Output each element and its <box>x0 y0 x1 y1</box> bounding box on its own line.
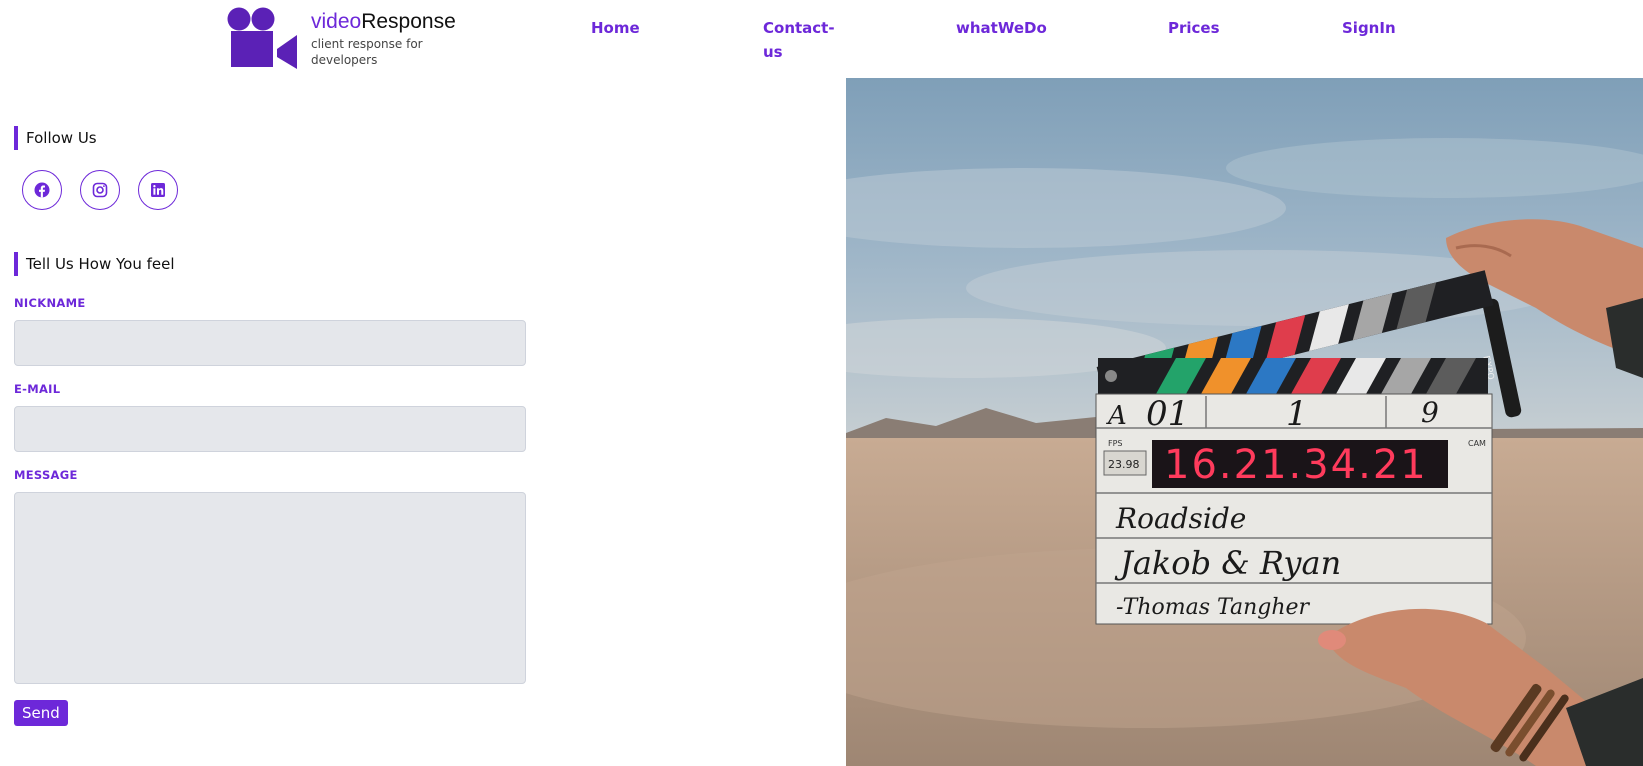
brand-logo[interactable]: videoResponse client response for develo… <box>227 7 456 69</box>
linkedin-icon <box>151 183 165 197</box>
email-label: E-MAIL <box>14 382 61 396</box>
instagram-link[interactable] <box>80 170 120 210</box>
brand-tagline: client response for developers <box>311 37 423 68</box>
hero-slate-a: A <box>1106 401 1127 431</box>
linkedin-link[interactable] <box>138 170 178 210</box>
brand-name-part2: Response <box>361 10 456 33</box>
instagram-icon <box>92 182 108 198</box>
nav-sign-in[interactable]: SignIn <box>1342 16 1396 40</box>
hero-production: Roadside <box>1115 502 1246 535</box>
feedback-heading: Tell Us How You feel <box>14 252 175 276</box>
hero-director: Jakob & Ryan <box>1114 544 1341 582</box>
nickname-label: NICKNAME <box>14 296 86 310</box>
hero-fps-value: 23.98 <box>1108 458 1140 471</box>
message-label: MESSAGE <box>14 468 78 482</box>
brand-name: videoResponse <box>311 10 456 33</box>
facebook-icon <box>34 182 50 198</box>
nav-home[interactable]: Home <box>591 16 640 40</box>
message-textarea[interactable] <box>14 492 526 684</box>
nickname-input[interactable] <box>14 320 526 366</box>
hero-image: EXPO A 01 1 9 <box>846 78 1643 766</box>
brand-name-part1: video <box>311 10 362 33</box>
hero-cam-label: CAM <box>1468 439 1486 448</box>
hero-fps-label: FPS <box>1108 439 1123 448</box>
hero-slate-scene: 1 <box>1286 394 1308 434</box>
hero-camera-op: -Thomas Tangher <box>1116 595 1311 620</box>
nav-prices[interactable]: Prices <box>1168 16 1220 40</box>
email-input[interactable] <box>14 406 526 452</box>
hero-slate-roll: 01 <box>1146 394 1189 434</box>
hero-timecode: 16.21.34.21 <box>1164 442 1428 488</box>
hero-slate-take: 9 <box>1421 396 1439 429</box>
facebook-link[interactable] <box>22 170 62 210</box>
send-button[interactable]: Send <box>14 700 68 726</box>
nav-contact-us[interactable]: Contact-us <box>763 16 835 64</box>
follow-us-heading: Follow Us <box>14 126 97 150</box>
nav-what-we-do[interactable]: whatWeDo <box>956 16 1047 40</box>
video-camera-icon <box>227 7 297 69</box>
